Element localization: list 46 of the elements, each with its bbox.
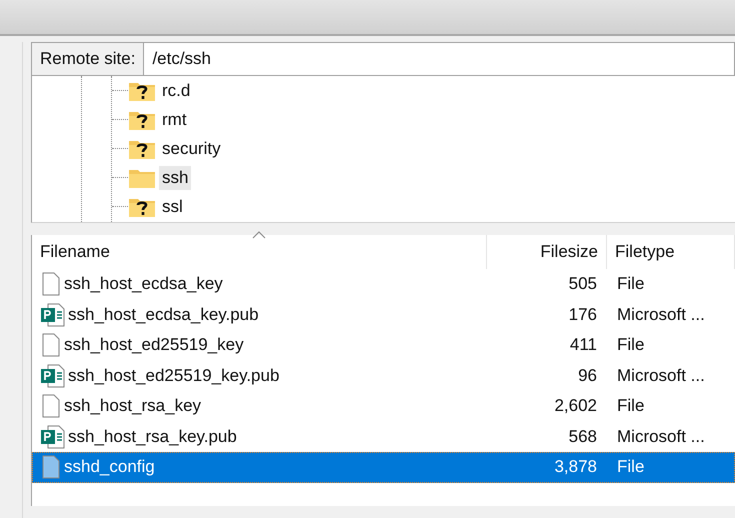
sort-caret-icon — [252, 231, 266, 239]
file-size: 96 — [577, 366, 598, 386]
tree-item[interactable]: ssl — [159, 194, 186, 218]
file-name: ssh_host_ed25519_key.pub — [68, 366, 280, 386]
tree-item[interactable]: security — [159, 136, 224, 160]
file-size: 568 — [568, 426, 598, 447]
file-row[interactable]: sshd_config 3,878 File — [32, 452, 735, 482]
file-name: ssh_host_ecdsa_key — [64, 274, 223, 294]
file-row[interactable]: ssh_host_ecdsa_key.pub 176 Microsoft ... — [32, 300, 735, 330]
file-row[interactable]: ssh_host_rsa_key 2,602 File — [32, 391, 735, 422]
file-type: File — [616, 457, 646, 478]
file-type: Microsoft ... — [616, 304, 706, 325]
file-type: Microsoft ... — [616, 366, 706, 386]
file-size: 3,878 — [553, 457, 598, 478]
file-row[interactable]: ssh_host_rsa_key.pub 568 Microsoft ... — [32, 422, 735, 452]
remote-path-field[interactable]: /etc/ssh — [144, 42, 735, 76]
column-header[interactable]: Filesize — [487, 235, 607, 269]
tree-item[interactable]: ssh — [159, 166, 192, 190]
file-type: File — [616, 396, 646, 416]
file-row[interactable]: ssh_host_ecdsa_key 505 File — [32, 269, 735, 300]
file-name: ssh_host_rsa_key — [64, 396, 202, 416]
file-size: 411 — [568, 335, 598, 356]
document-icon — [40, 455, 62, 480]
file-size: 505 — [568, 274, 598, 294]
file-type: Microsoft ... — [616, 426, 706, 447]
file-type: File — [616, 274, 646, 294]
file-name: ssh_host_ed25519_key — [64, 335, 244, 356]
document-icon — [40, 333, 62, 358]
publisher-file-icon — [40, 302, 66, 327]
publisher-file-icon — [40, 424, 66, 449]
file-type: File — [616, 335, 646, 356]
publisher-file-icon — [40, 364, 66, 388]
file-size: 2,602 — [553, 396, 598, 416]
file-row[interactable]: ssh_host_ed25519_key.pub 96 Microsoft ... — [32, 360, 735, 391]
remote-site-label: Remote site: — [31, 42, 144, 76]
document-icon — [40, 394, 62, 418]
file-row[interactable]: ssh_host_ed25519_key 411 File — [32, 330, 735, 360]
tree-item[interactable]: rmt — [159, 108, 190, 132]
file-name: sshd_config — [64, 457, 155, 478]
column-header[interactable]: Filetype — [607, 235, 735, 269]
file-size: 176 — [568, 304, 598, 325]
file-name: ssh_host_rsa_key.pub — [68, 426, 237, 447]
file-name: ssh_host_ecdsa_key.pub — [68, 304, 259, 325]
document-icon — [40, 272, 62, 296]
tree-item[interactable]: rc.d — [159, 78, 194, 102]
column-header[interactable]: Filename — [32, 235, 487, 269]
